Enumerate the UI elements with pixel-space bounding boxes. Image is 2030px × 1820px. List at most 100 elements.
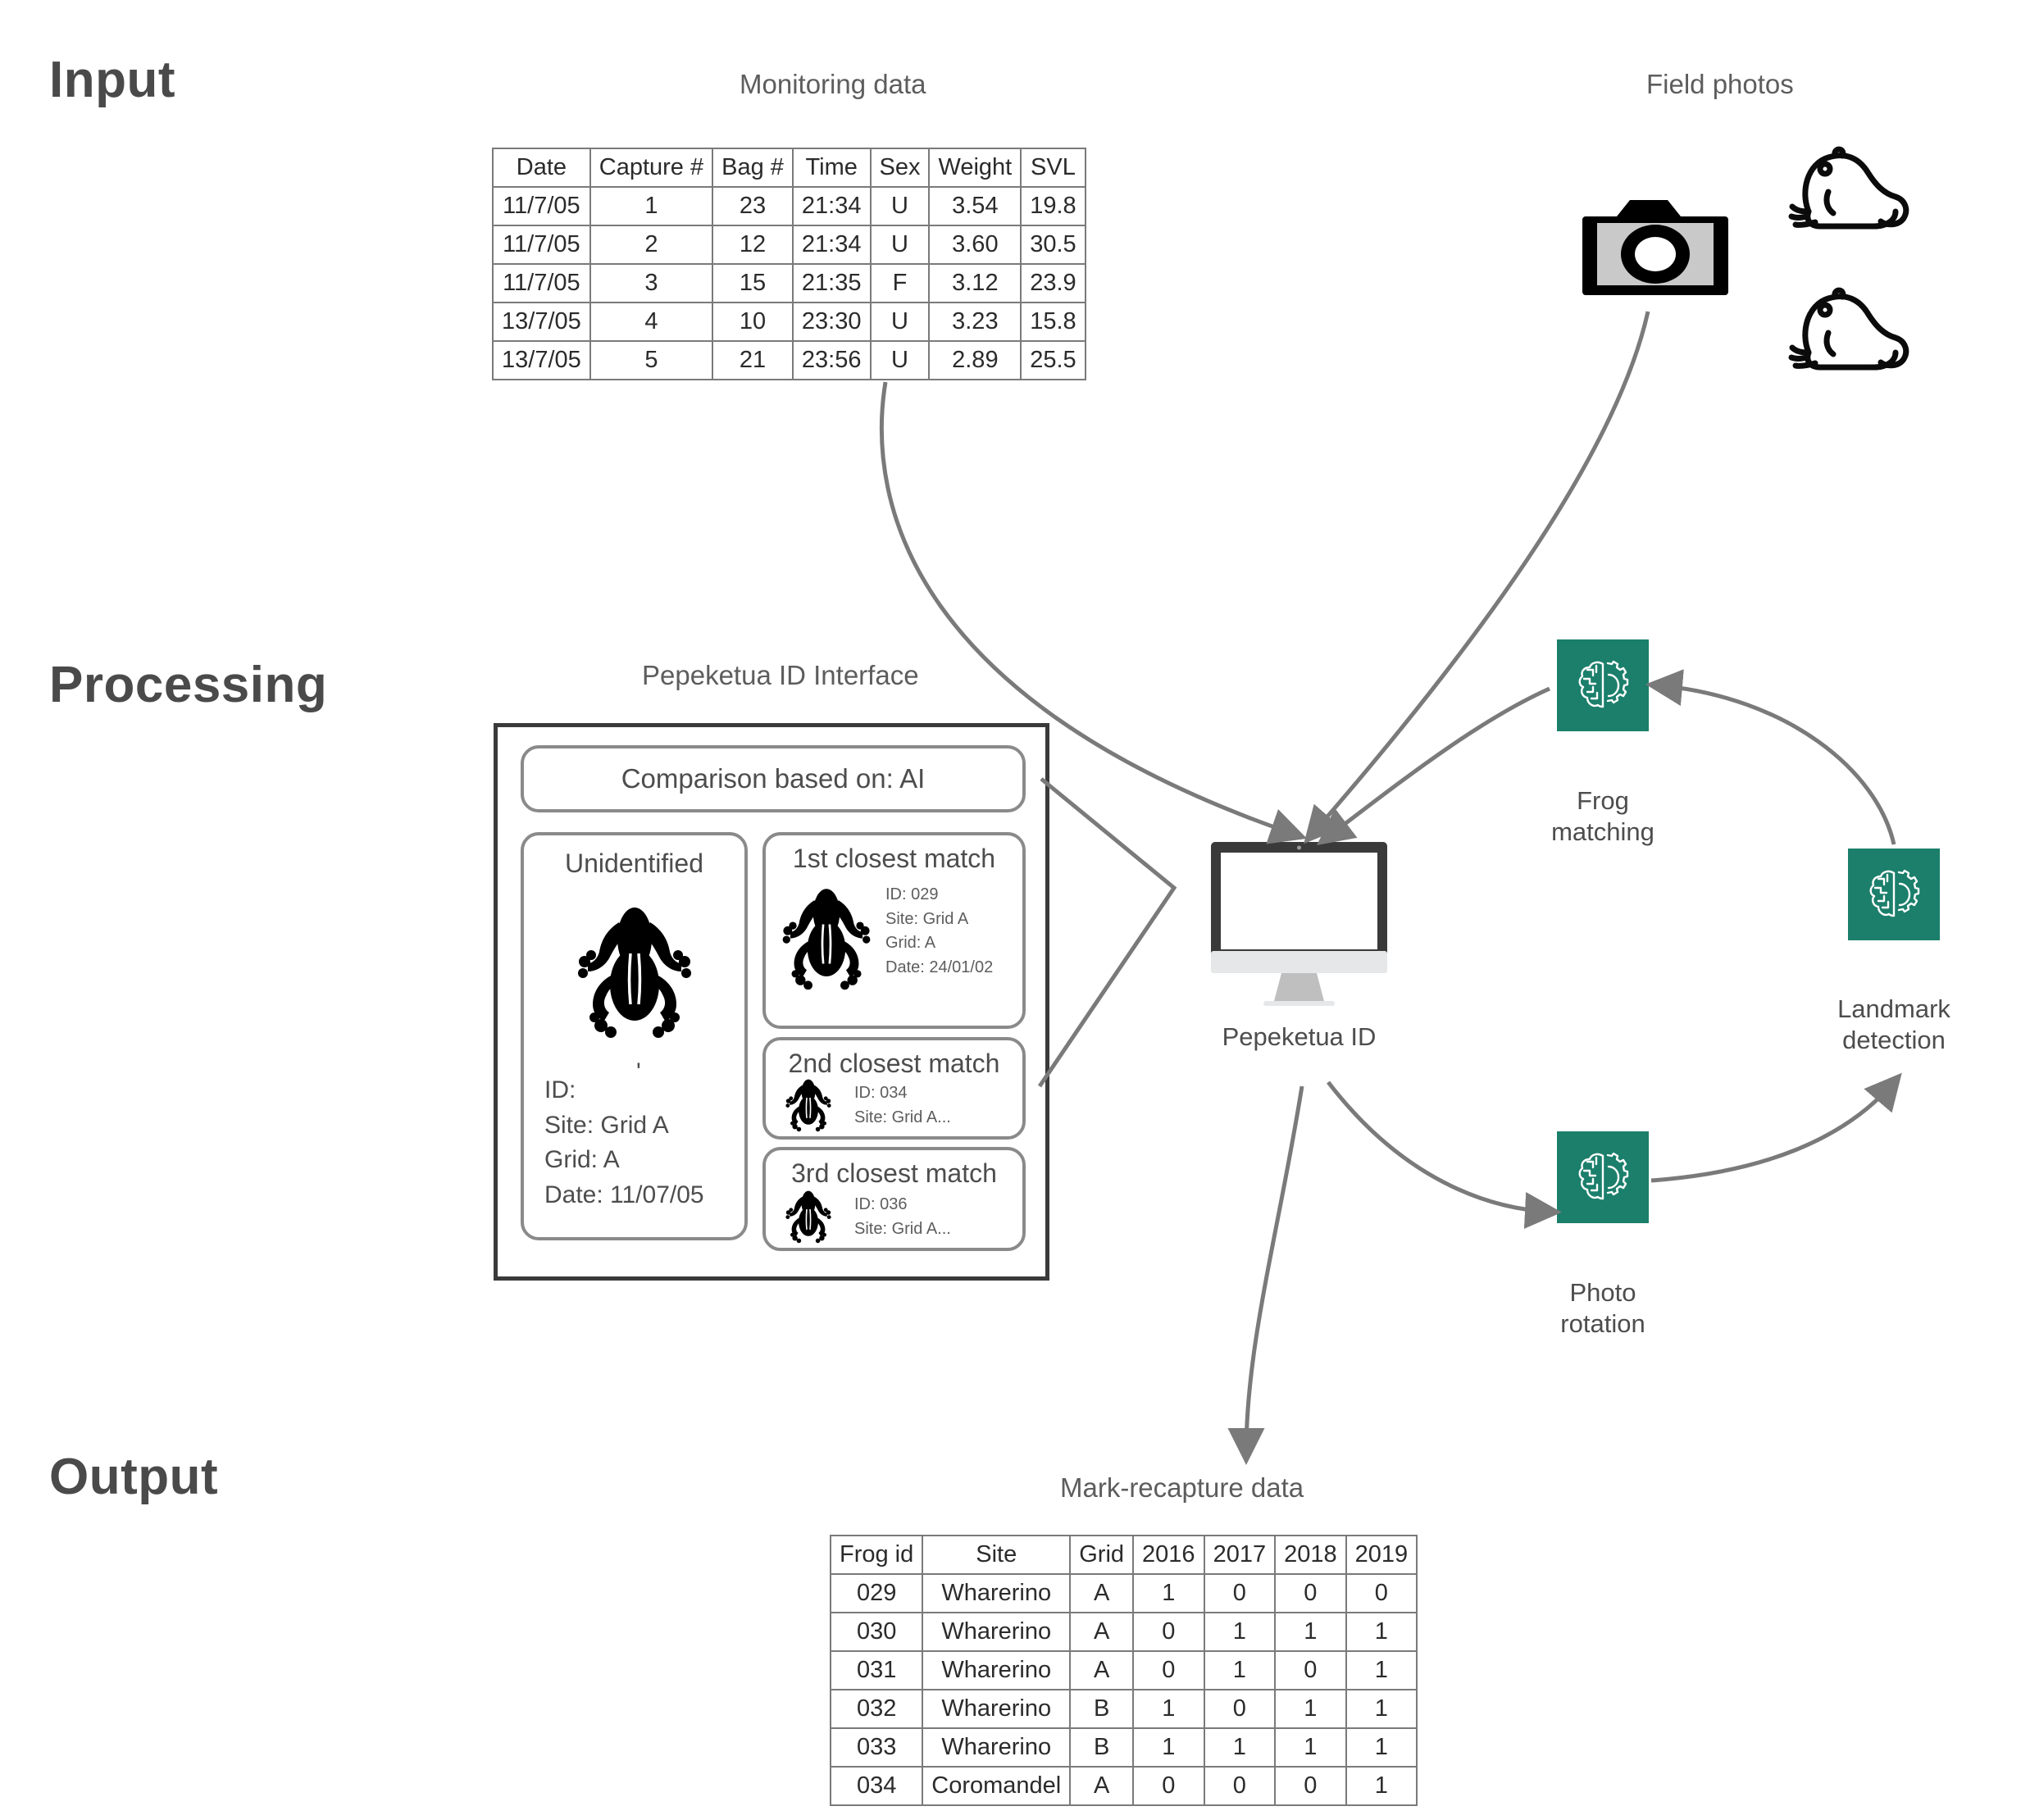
table-row: 11/7/05 2 12 21:34 U 3.60 30.5 bbox=[492, 225, 1086, 265]
cell-c2: A bbox=[1069, 1766, 1135, 1806]
column-header-4: 2017 bbox=[1203, 1535, 1277, 1575]
cell-c6: 1 bbox=[1345, 1650, 1418, 1690]
cell-c0: 13/7/05 bbox=[492, 302, 591, 342]
table-row: 13/7/05 5 21 23:56 U 2.89 25.5 bbox=[492, 340, 1086, 380]
cell-c2: A bbox=[1069, 1573, 1135, 1613]
frog-silhouette-icon-match-2 bbox=[784, 1075, 833, 1134]
cell-c2: A bbox=[1069, 1612, 1135, 1652]
caption-monitoring-data: Monitoring data bbox=[740, 69, 926, 99]
table-row: 13/7/05 4 10 23:30 U 3.23 15.8 bbox=[492, 302, 1086, 342]
cell-c5: 1 bbox=[1274, 1612, 1347, 1652]
table-row: 11/7/05 1 23 21:34 U 3.54 19.8 bbox=[492, 186, 1086, 226]
cell-c3: 21:34 bbox=[791, 186, 872, 226]
cell-c5: 0 bbox=[1274, 1650, 1347, 1690]
diagram-canvas: Input Processing Output Monitoring data … bbox=[0, 0, 2030, 1820]
cell-c5: 3.60 bbox=[928, 225, 1022, 265]
column-header-5: Weight bbox=[928, 148, 1022, 188]
frog-silhouette-icon-unidentified bbox=[573, 896, 696, 1044]
column-header-0: Frog id bbox=[829, 1535, 924, 1575]
cell-c1: 5 bbox=[589, 340, 714, 380]
caption-mark-recapture: Mark-recapture data bbox=[1060, 1472, 1304, 1503]
cell-c3: 0 bbox=[1132, 1650, 1205, 1690]
label-photo-rotation: Photo rotation bbox=[1513, 1277, 1693, 1340]
label-landmark-detection: Landmark detection bbox=[1804, 994, 1984, 1056]
table-row: 11/7/05 3 15 21:35 F 3.12 23.9 bbox=[492, 263, 1086, 303]
cell-c1: 3 bbox=[589, 263, 714, 303]
comparison-dropdown[interactable]: Comparison based on: AI bbox=[521, 745, 1026, 812]
column-header-3: Time bbox=[791, 148, 872, 188]
column-header-2: Grid bbox=[1069, 1535, 1135, 1575]
frog-outline-icon-1 bbox=[1788, 146, 1912, 234]
stage-label-input: Input bbox=[49, 52, 175, 108]
cell-c0: 034 bbox=[829, 1766, 924, 1806]
cell-c3: 21:34 bbox=[791, 225, 872, 265]
cell-c2: 21 bbox=[712, 340, 794, 380]
match-1-grid: Grid: A bbox=[885, 934, 936, 953]
cell-c1: Wharerino bbox=[922, 1727, 1072, 1768]
ai-tile-frog-matching[interactable] bbox=[1557, 639, 1649, 731]
arrow-landmark-to-matching bbox=[1645, 669, 1896, 845]
cell-c6: 23.9 bbox=[1020, 263, 1086, 303]
cell-c0: 11/7/05 bbox=[492, 186, 591, 226]
cell-c2: 23 bbox=[712, 186, 794, 226]
cell-c1: Coromandel bbox=[922, 1766, 1072, 1806]
cell-c6: 19.8 bbox=[1020, 186, 1086, 226]
cell-c5: 3.54 bbox=[928, 186, 1022, 226]
column-header-6: SVL bbox=[1020, 148, 1086, 188]
match-3-id: ID: 036 bbox=[854, 1195, 908, 1213]
table-row: 033 Wharerino B 1 1 1 1 bbox=[829, 1727, 1418, 1768]
comparison-label: Comparison based on: AI bbox=[621, 763, 926, 794]
desktop-monitor-icon bbox=[1211, 842, 1387, 1006]
cell-c6: 1 bbox=[1345, 1766, 1418, 1806]
cell-c0: 11/7/05 bbox=[492, 263, 591, 303]
brain-gear-ai-icon bbox=[1578, 660, 1629, 708]
cell-c0: 13/7/05 bbox=[492, 340, 591, 380]
column-header-3: 2016 bbox=[1132, 1535, 1205, 1575]
cell-c3: 1 bbox=[1132, 1727, 1205, 1768]
ai-tile-photo-rotation[interactable] bbox=[1557, 1131, 1649, 1223]
table-row: 029 Wharerino A 1 0 0 0 bbox=[829, 1573, 1418, 1613]
unidentified-frog-card[interactable]: Unidentified ' ID: Site: Grid A Grid: A … bbox=[521, 832, 748, 1240]
cell-c1: 2 bbox=[589, 225, 714, 265]
mark-recapture-table: Frog id Site Grid 2016 2017 2018 2019 029 Whare… bbox=[829, 1535, 1418, 1806]
column-header-0: Date bbox=[492, 148, 591, 188]
cell-c2: A bbox=[1069, 1650, 1135, 1690]
unidentified-title: Unidentified bbox=[565, 849, 703, 878]
cell-c0: 031 bbox=[829, 1650, 924, 1690]
column-header-1: Capture # bbox=[589, 148, 714, 188]
caption-interface: Pepeketua ID Interface bbox=[642, 660, 919, 690]
cell-c4: F bbox=[869, 263, 931, 303]
match-2-id: ID: 034 bbox=[854, 1084, 908, 1102]
cell-c4: 1 bbox=[1203, 1727, 1277, 1768]
brain-gear-ai-icon bbox=[1578, 1152, 1629, 1200]
pepeketua-id-interface-panel[interactable]: Comparison based on: AI Unidentified ' I… bbox=[494, 723, 1049, 1281]
cell-c6: 0 bbox=[1345, 1573, 1418, 1613]
cell-c6: 1 bbox=[1345, 1727, 1418, 1768]
column-header-1: Site bbox=[922, 1535, 1072, 1575]
cell-c6: 25.5 bbox=[1020, 340, 1086, 380]
column-header-6: 2019 bbox=[1345, 1535, 1418, 1575]
table-row: 031 Wharerino A 0 1 0 1 bbox=[829, 1650, 1418, 1690]
camera-icon bbox=[1582, 195, 1728, 298]
match-card-1[interactable]: 1st closest match ID: 029 Site: Grid A G… bbox=[762, 832, 1026, 1029]
cell-c5: 0 bbox=[1274, 1766, 1347, 1806]
match-3-site: Site: Grid A... bbox=[854, 1219, 951, 1238]
column-header-4: Sex bbox=[869, 148, 931, 188]
table-row: 030 Wharerino A 0 1 1 1 bbox=[829, 1612, 1418, 1652]
cell-c6: 1 bbox=[1345, 1689, 1418, 1729]
match-card-3[interactable]: 3rd closest match ID: 036 Site: Grid A..… bbox=[762, 1147, 1026, 1251]
match-card-2[interactable]: 2nd closest match ID: 034 Site: Grid A..… bbox=[762, 1037, 1026, 1140]
ai-tile-landmark-detection[interactable] bbox=[1848, 849, 1940, 940]
cell-c5: 2.89 bbox=[928, 340, 1022, 380]
unidentified-id: ID: bbox=[544, 1076, 576, 1103]
match-1-id: ID: 029 bbox=[885, 885, 939, 903]
cell-c6: 15.8 bbox=[1020, 302, 1086, 342]
label-frog-matching: Frog matching bbox=[1513, 785, 1693, 848]
cell-c6: 1 bbox=[1345, 1612, 1418, 1652]
cell-c0: 032 bbox=[829, 1689, 924, 1729]
cell-c5: 3.23 bbox=[928, 302, 1022, 342]
label-photo-rotation-line1: Photo bbox=[1569, 1278, 1636, 1307]
table-row: 032 Wharerino B 1 0 1 1 bbox=[829, 1689, 1418, 1729]
cell-c3: 23:56 bbox=[791, 340, 872, 380]
table-header-row: Date Capture # Bag # Time Sex Weight SVL bbox=[492, 148, 1086, 188]
